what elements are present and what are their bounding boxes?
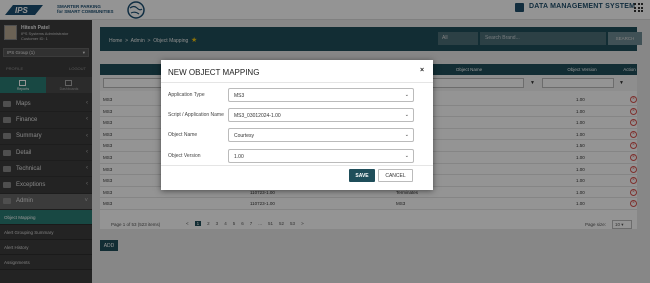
chevron-down-icon: ⌄ <box>404 153 409 159</box>
divider <box>161 165 433 166</box>
script-name-select[interactable]: MS3_03012024-1.00 ⌄ <box>228 108 414 122</box>
application-type-select[interactable]: MS3 ⌄ <box>228 88 414 102</box>
object-version-select[interactable]: 1.00 ⌄ <box>228 149 414 163</box>
object-name-select[interactable]: Courtesy ⌄ <box>228 128 414 142</box>
chevron-down-icon: ⌄ <box>404 112 409 118</box>
field-object-version: Object Version 1.00 ⌄ <box>161 149 433 163</box>
dialog-title: NEW OBJECT MAPPING <box>168 68 260 77</box>
new-object-mapping-dialog: NEW OBJECT MAPPING × Application Type MS… <box>161 60 433 190</box>
save-button[interactable]: SAVE <box>349 169 375 182</box>
close-icon[interactable]: × <box>420 67 424 74</box>
field-object-name: Object Name Courtesy ⌄ <box>161 128 433 142</box>
chevron-down-icon: ⌄ <box>404 132 409 138</box>
cancel-button[interactable]: CANCEL <box>378 169 413 182</box>
chevron-down-icon: ⌄ <box>404 92 409 98</box>
field-application-type: Application Type MS3 ⌄ <box>161 88 433 102</box>
divider <box>161 82 433 83</box>
field-script-name: Script / Application Name MS3_03012024-1… <box>161 108 433 122</box>
